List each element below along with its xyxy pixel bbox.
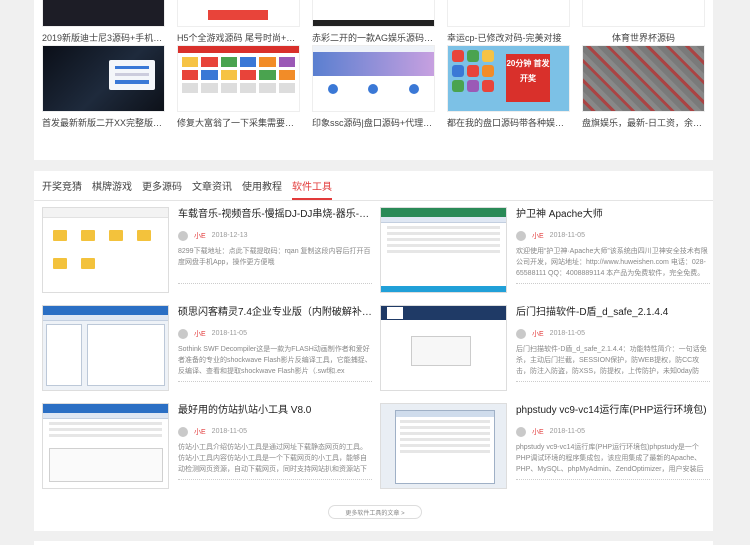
gallery-caption[interactable]: 体育世界杯源码	[582, 31, 705, 44]
article-excerpt: 8299下载地址：点此下载提取码：rqan 复制这段内容后打开百度网盘手机App…	[178, 248, 371, 266]
gallery-item[interactable]: 盘旗娱乐，最新-日工资，余额宝，	[582, 45, 705, 129]
tab-more-source[interactable]: 更多源码	[142, 172, 182, 199]
divider	[178, 380, 372, 382]
article-excerpt: 后门扫描软件-D盾_d_safe_2.1.4.4：功能特性简介：一句话免杀，主动…	[516, 346, 707, 375]
gallery-caption[interactable]: 幸运cp-已修改对码-完美对接	[447, 31, 570, 44]
avatar	[516, 328, 526, 339]
gallery-item[interactable]: 2019新版迪士尼3源码+手机版完整	[42, 0, 165, 44]
gallery-row-2: 首发最新新版二开XX完整版本服务 修复大富翁了一下采集需要的下载	[42, 45, 705, 129]
article-date: 2018-11-05	[211, 330, 247, 337]
gallery-item[interactable]: 首发最新新版二开XX完整版本服务	[42, 45, 165, 129]
article-thumb[interactable]	[380, 403, 507, 489]
gallery-thumb[interactable]	[582, 45, 705, 112]
article-title[interactable]: 硕思闪客精灵7.4企业专业版（内附破解补丁）	[178, 305, 372, 321]
gallery-item[interactable]: 20分钟 首发 开奖 都在我的盘口源码带各种娱乐城接	[447, 45, 570, 129]
avatar	[178, 328, 188, 339]
article-title[interactable]: phpstudy vc9-vc14运行库(PHP运行环境包)	[516, 403, 710, 419]
d-shield-logo-icon	[387, 307, 403, 319]
article-title[interactable]: 后门扫描软件-D盾_d_safe_2.1.4.4	[516, 305, 710, 321]
article-excerpt: phpstudy vc9-vc14运行库(PHP运行环境包)phpstudy是一…	[516, 444, 704, 473]
avatar	[516, 230, 526, 241]
article-item: 车载音乐-视频音乐-慢摇DJ-DJ串烧-器乐-精品 小E 2018-12-13 …	[42, 207, 372, 295]
tab-tutorials[interactable]: 使用教程	[242, 172, 282, 199]
divider	[516, 478, 710, 480]
gallery-thumb[interactable]: 20分钟 首发 开奖	[447, 45, 570, 112]
article-title[interactable]: 护卫神 Apache大师	[516, 207, 710, 223]
article-item: 后门扫描软件-D盾_d_safe_2.1.4.4 小E 2018-11-05 后…	[380, 305, 710, 393]
author-name[interactable]: 小E	[194, 329, 206, 339]
divider	[516, 282, 710, 284]
gallery-item[interactable]: 体育世界杯源码	[582, 0, 705, 44]
article-title[interactable]: 最好用的仿站扒站小工具 V8.0	[178, 403, 372, 419]
gallery-item[interactable]: 赤彩二开的一款AG娱乐源码修复	[312, 0, 435, 44]
article-item: 硕思闪客精灵7.4企业专业版（内附破解补丁） 小E 2018-11-05 Sot…	[42, 305, 372, 393]
article-date: 2018-11-05	[549, 428, 585, 435]
author-name[interactable]: 小E	[532, 427, 544, 437]
gallery-item[interactable]: 修复大富翁了一下采集需要的下载	[177, 45, 300, 129]
gallery-thumb[interactable]	[312, 0, 435, 27]
gallery-thumb[interactable]	[447, 0, 570, 27]
gallery-thumb[interactable]	[42, 45, 165, 112]
gallery-caption[interactable]: 印象ssc源码|盘口源码+代理+手机	[312, 116, 435, 129]
source-gallery: 2019新版迪士尼3源码+手机版完整 H5个全游戏源码 尾号时尚+完整存 赤彩二…	[34, 0, 713, 160]
gallery-caption[interactable]: 都在我的盘口源码带各种娱乐城接	[447, 116, 570, 129]
author-name[interactable]: 小E	[532, 231, 544, 241]
category-tabs: 开奖竞猜 棋牌游戏 更多源码 文章资讯 使用教程 软件工具	[34, 171, 713, 201]
article-excerpt: 仿站小工具介绍仿站小工具是通过网址下载静态网页的工具。仿站小工具内容仿站小工具是…	[178, 444, 367, 473]
more-articles-button[interactable]: 更多软件工具的文章 >	[328, 505, 422, 519]
tab-articles[interactable]: 文章资讯	[192, 172, 232, 199]
gallery-item[interactable]: H5个全游戏源码 尾号时尚+完整存	[177, 0, 300, 44]
article-item: phpstudy vc9-vc14运行库(PHP运行环境包) 小E 2018-1…	[380, 403, 710, 491]
article-date: 2018-11-05	[211, 428, 247, 435]
gallery-row-1: 2019新版迪士尼3源码+手机版完整 H5个全游戏源码 尾号时尚+完整存 赤彩二…	[42, 0, 705, 44]
gallery-item[interactable]: 幸运cp-已修改对码-完美对接	[447, 0, 570, 44]
article-item: 护卫神 Apache大师 小E 2018-11-05 欢迎使用“护卫神·Apac…	[380, 207, 710, 295]
avatar	[516, 426, 526, 437]
article-thumb[interactable]	[380, 305, 507, 391]
author-name[interactable]: 小E	[194, 427, 206, 437]
avatar	[178, 230, 188, 241]
gallery-caption[interactable]: 赤彩二开的一款AG娱乐源码修复	[312, 31, 435, 44]
gallery-thumb[interactable]	[312, 45, 435, 112]
gallery-thumb[interactable]	[177, 45, 300, 112]
tab-chess-games[interactable]: 棋牌游戏	[92, 172, 132, 199]
software-tools-section: 开奖竞猜 棋牌游戏 更多源码 文章资讯 使用教程 软件工具 车载音乐-视频音乐-…	[34, 171, 713, 531]
author-name[interactable]: 小E	[532, 329, 544, 339]
gallery-caption[interactable]: 2019新版迪士尼3源码+手机版完整	[42, 31, 165, 44]
article-date: 2018-11-05	[549, 232, 585, 239]
article-excerpt: Sothink SWF Decompiler这是一款为FLASH动画制作者和爱好…	[178, 346, 372, 375]
gallery-thumb[interactable]	[177, 0, 300, 27]
gallery-caption[interactable]: 首发最新新版二开XX完整版本服务	[42, 116, 165, 129]
article-thumb[interactable]	[42, 305, 169, 391]
tab-lottery[interactable]: 开奖竞猜	[42, 172, 82, 199]
article-date: 2018-11-05	[549, 330, 585, 337]
divider	[178, 282, 372, 284]
gallery-caption[interactable]: 盘旗娱乐，最新-日工资，余额宝，	[582, 116, 705, 129]
divider	[178, 478, 372, 480]
gallery-thumb[interactable]	[582, 0, 705, 27]
article-thumb[interactable]	[42, 207, 169, 293]
gallery-caption[interactable]: H5个全游戏源码 尾号时尚+完整存	[177, 31, 300, 44]
author-name[interactable]: 小E	[194, 231, 206, 241]
article-date: 2018-12-13	[211, 232, 248, 239]
tab-software-tools[interactable]: 软件工具	[292, 172, 332, 200]
promo-badge: 20分钟 首发 开奖	[506, 54, 550, 102]
avatar	[178, 426, 188, 437]
article-item: 最好用的仿站扒站小工具 V8.0 小E 2018-11-05 仿站小工具介绍仿站…	[42, 403, 372, 491]
article-title[interactable]: 车载音乐-视频音乐-慢摇DJ-DJ串烧-器乐-精品	[178, 207, 372, 223]
divider	[516, 380, 710, 382]
gallery-thumb[interactable]	[42, 0, 165, 27]
article-thumb[interactable]	[380, 207, 507, 293]
article-excerpt: 欢迎使用“护卫神·Apache大师”该系统由四川卫神安全技术有限公司开发，网站地…	[516, 248, 708, 277]
next-section-edge	[34, 541, 713, 545]
article-thumb[interactable]	[42, 403, 169, 489]
gallery-caption[interactable]: 修复大富翁了一下采集需要的下载	[177, 116, 300, 129]
gallery-item[interactable]: 印象ssc源码|盘口源码+代理+手机	[312, 45, 435, 129]
